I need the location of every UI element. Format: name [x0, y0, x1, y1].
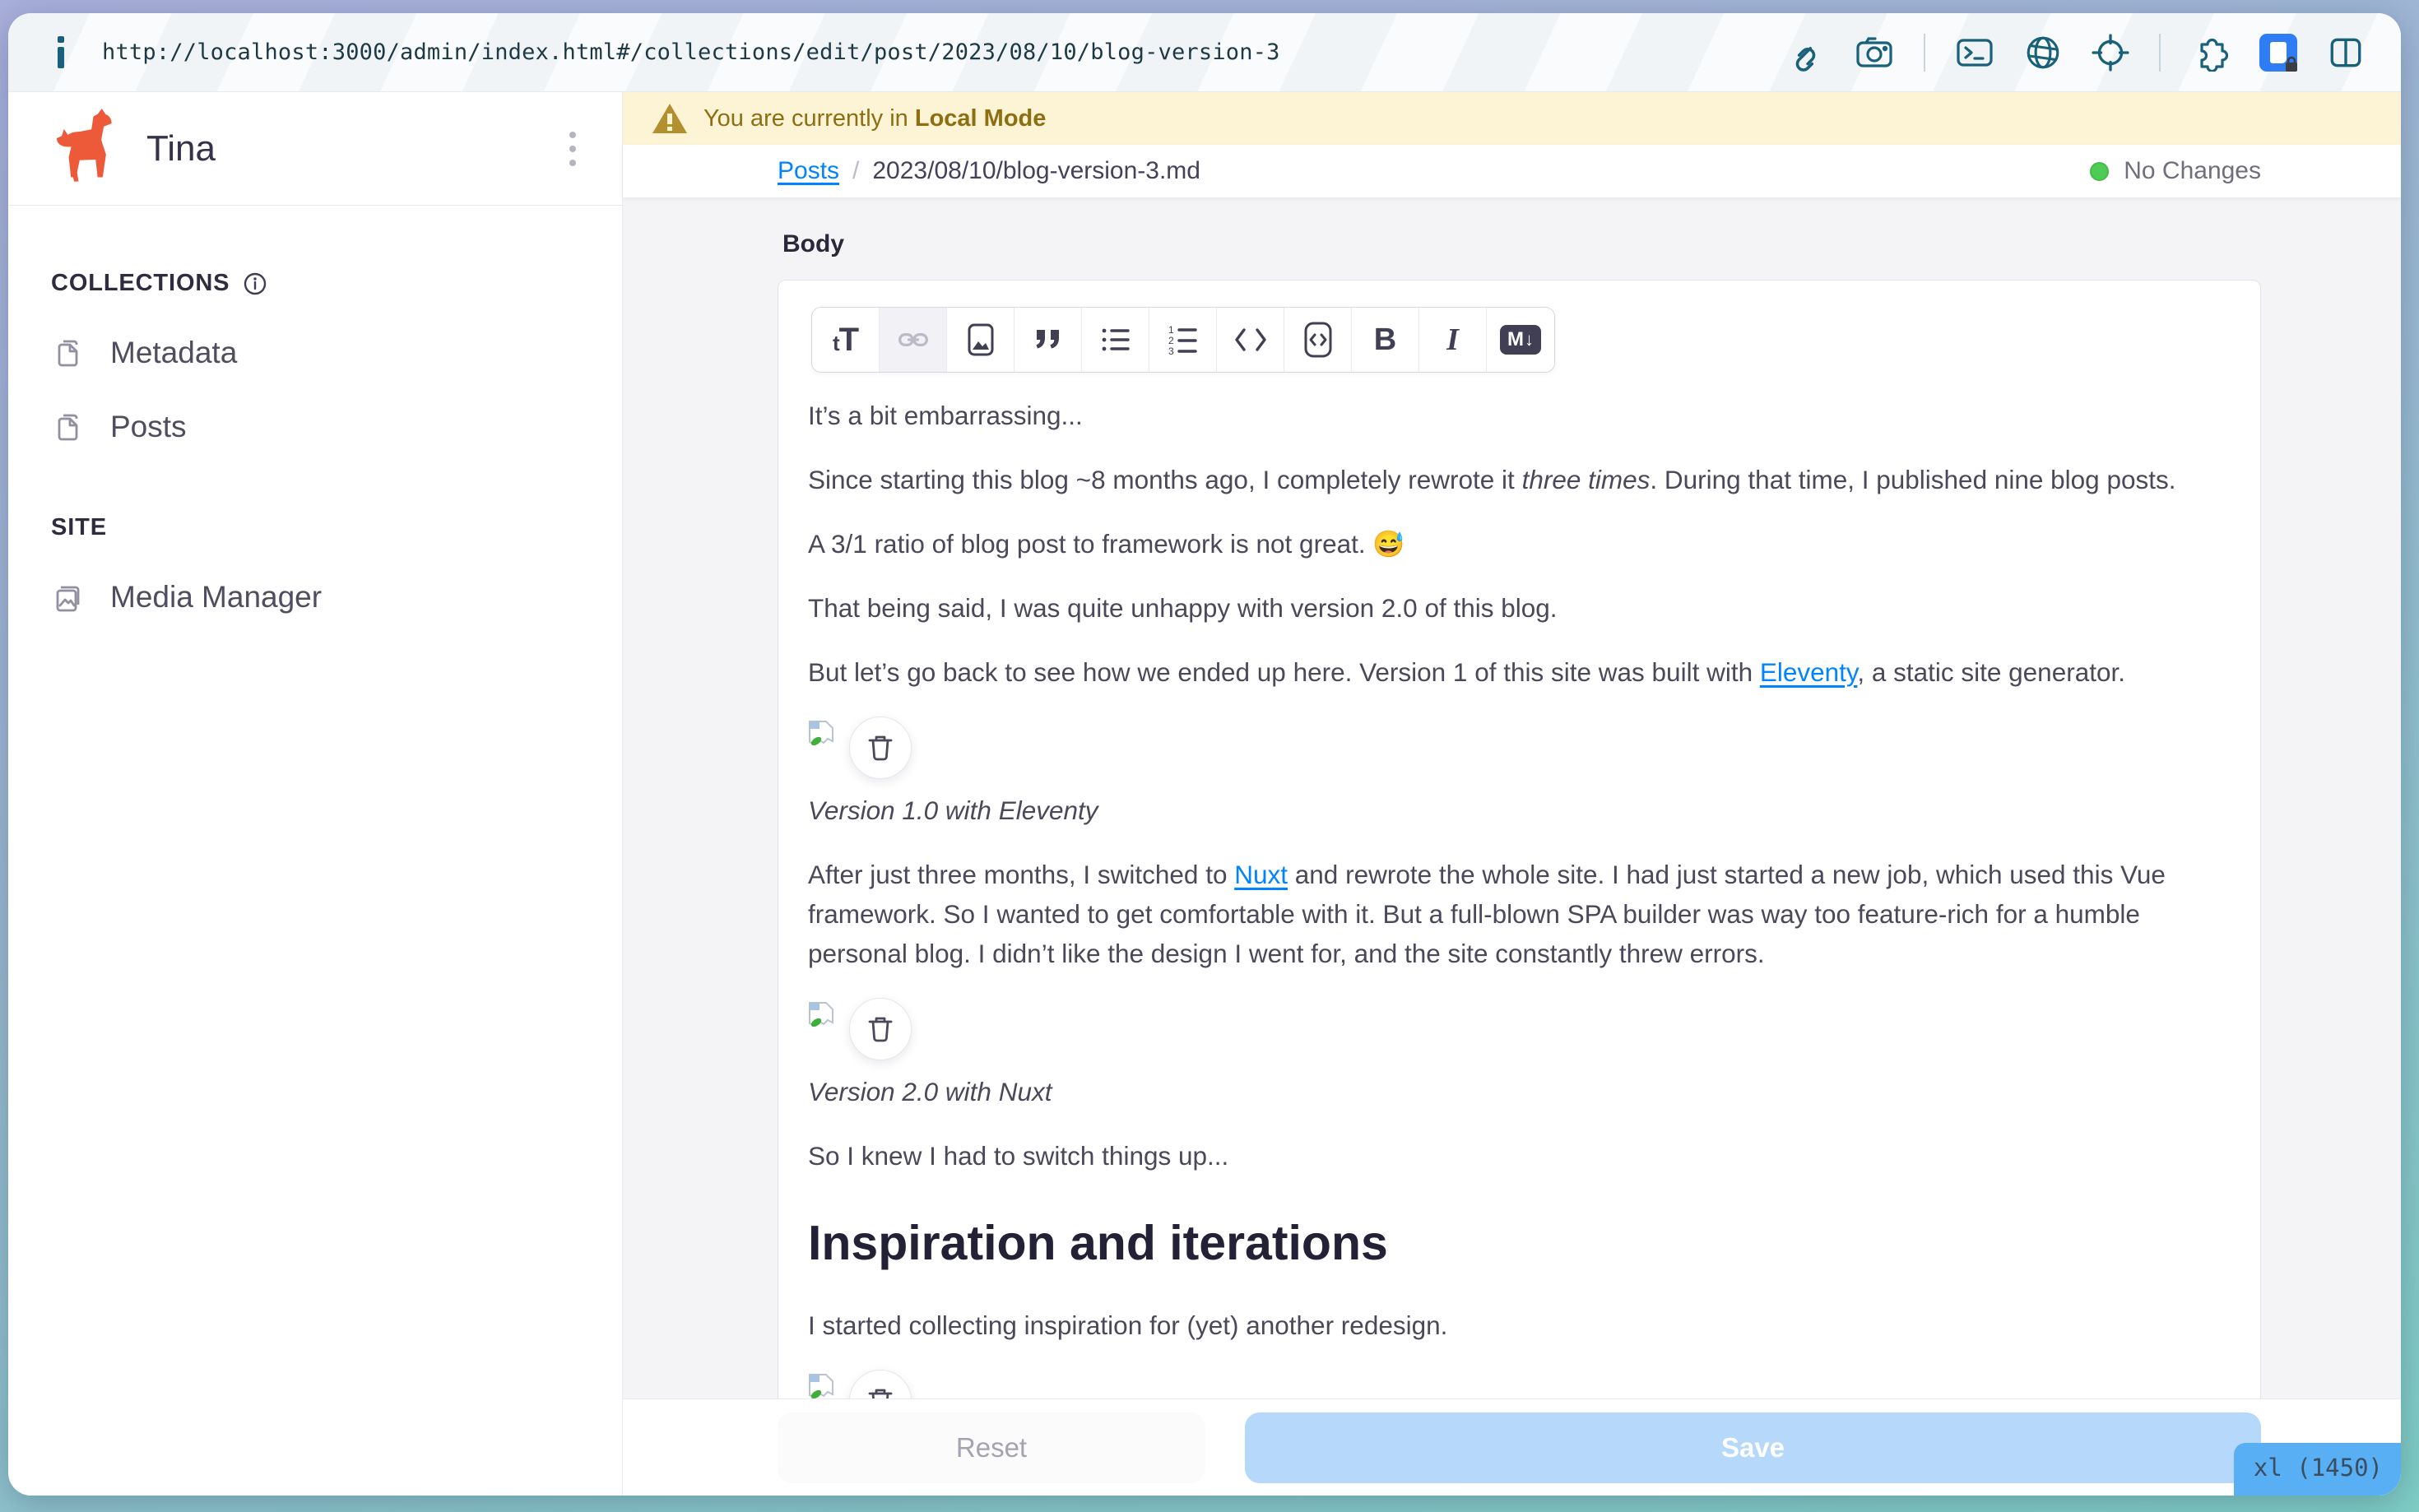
- code-button[interactable]: [1217, 308, 1284, 372]
- breadcrumb: Posts / 2023/08/10/blog-version-3.md No …: [623, 145, 2401, 197]
- image-caption: Version 2.0 with Nuxt: [808, 1072, 2229, 1111]
- nuxt-link[interactable]: Nuxt: [1234, 860, 1288, 889]
- svg-text:2: 2: [1168, 335, 1174, 346]
- quote-button[interactable]: [1014, 308, 1082, 372]
- breadcrumb-current-file: 2023/08/10/blog-version-3.md: [872, 157, 1200, 185]
- eleventy-link[interactable]: Eleventy: [1760, 657, 1857, 687]
- markdown-button[interactable]: M↓: [1487, 308, 1554, 372]
- warning-icon: [652, 104, 687, 133]
- trash-icon: [866, 732, 895, 763]
- toolbar-divider: [2159, 34, 2161, 72]
- breadcrumb-separator: /: [852, 157, 859, 185]
- sidebar-item-metadata[interactable]: Metadata: [51, 335, 584, 371]
- quote-icon: [1032, 325, 1065, 355]
- rich-text-content[interactable]: It’s a bit embarrassing... Since startin…: [808, 396, 2231, 1432]
- body-field-label: Body: [782, 230, 2261, 258]
- status-label: No Changes: [2124, 157, 2261, 185]
- terminal-icon[interactable]: [1955, 34, 1994, 72]
- reset-button[interactable]: Reset: [778, 1412, 1205, 1483]
- paragraph: So I knew I had to switch things up...: [808, 1136, 2229, 1176]
- globe-icon[interactable]: [2024, 34, 2062, 72]
- document-icon: [51, 409, 87, 445]
- camera-icon[interactable]: [1855, 34, 1894, 72]
- markdown-icon: M↓: [1500, 325, 1541, 355]
- image-block: [808, 717, 2229, 779]
- local-mode-banner: You are currently in Local Mode: [623, 92, 2401, 145]
- delete-image-button[interactable]: [849, 998, 912, 1060]
- image-icon: [964, 322, 997, 358]
- extensions-icon[interactable]: [2190, 34, 2230, 72]
- bulleted-list-button[interactable]: [1082, 308, 1149, 372]
- form-area: Body tT: [623, 197, 2401, 1496]
- document-icon: [51, 335, 87, 371]
- image-block: [808, 998, 2229, 1060]
- paragraph: I started collecting inspiration for (ye…: [808, 1306, 2229, 1345]
- toolbar-divider: [1924, 34, 1925, 72]
- page-info-icon[interactable]: [44, 36, 77, 68]
- paragraph: Since starting this blog ~8 months ago, …: [808, 460, 2229, 499]
- code-block-button[interactable]: [1284, 308, 1352, 372]
- paragraph: A 3/1 ratio of blog post to framework is…: [808, 524, 2229, 564]
- ordered-list-button[interactable]: 1 2 3: [1149, 308, 1217, 372]
- viewport-size-badge: xl (1450): [2234, 1443, 2401, 1496]
- browser-window: http://localhost:3000/admin/index.html#/…: [8, 13, 2401, 1496]
- url-text[interactable]: http://localhost:3000/admin/index.html#/…: [102, 39, 1280, 65]
- sidebar-item-posts[interactable]: Posts: [51, 409, 584, 445]
- ordered-list-icon: 1 2 3: [1166, 323, 1200, 356]
- paragraph: After just three months, I switched to N…: [808, 855, 2229, 973]
- sidebar-header: Tina: [8, 92, 622, 206]
- status-badge: No Changes: [2090, 157, 2261, 185]
- svg-text:3: 3: [1168, 346, 1174, 356]
- sidebar: Tina COLLECTIONS Meta: [8, 92, 623, 1496]
- sidebar-nav: COLLECTIONS Metadata: [8, 206, 622, 615]
- code-block-icon: [1302, 321, 1335, 359]
- sidebar-item-media-manager[interactable]: Media Manager: [51, 579, 584, 615]
- collections-header: COLLECTIONS: [51, 270, 584, 297]
- paragraph: That being said, I was quite unhappy wit…: [808, 588, 2229, 628]
- banner-text: You are currently in: [703, 105, 915, 132]
- link-icon: [897, 323, 930, 356]
- form-footer: Reset Save: [623, 1398, 2401, 1496]
- link-button[interactable]: [880, 308, 947, 372]
- banner-mode: Local Mode: [915, 105, 1047, 132]
- content-heading: Inspiration and iterations: [808, 1213, 2229, 1273]
- sidebar-item-label: Media Manager: [110, 580, 322, 615]
- privacy-lock-icon[interactable]: [2259, 34, 2297, 72]
- sidebar-item-label: Posts: [110, 410, 187, 444]
- sidebar-item-label: Metadata: [110, 336, 237, 370]
- target-icon[interactable]: [2092, 34, 2129, 72]
- paragraph: But let’s go back to see how we ended up…: [808, 652, 2229, 692]
- italic-button[interactable]: I: [1419, 308, 1487, 372]
- svg-text:1: 1: [1168, 324, 1174, 336]
- delete-image-button[interactable]: [849, 717, 912, 779]
- link-icon[interactable]: [1787, 34, 1825, 72]
- brand-title: Tina: [146, 128, 216, 169]
- browser-actions: [1787, 34, 2365, 72]
- paragraph: It’s a bit embarrassing...: [808, 396, 2229, 435]
- main-panel: You are currently in Local Mode Posts / …: [623, 92, 2401, 1496]
- broken-image-icon: [808, 720, 834, 762]
- image-caption: Version 1.0 with Eleventy: [808, 791, 2229, 830]
- heading-button[interactable]: tT: [812, 308, 880, 372]
- editor-toolbar: tT: [811, 307, 1555, 373]
- tina-llama-logo: [51, 109, 122, 188]
- media-icon: [51, 579, 87, 615]
- broken-image-icon: [808, 1001, 834, 1043]
- site-header: SITE: [51, 514, 584, 541]
- split-view-icon[interactable]: [2327, 34, 2365, 72]
- status-green-dot-icon: [2090, 162, 2109, 181]
- bold-button[interactable]: B: [1352, 308, 1419, 372]
- image-button[interactable]: [947, 308, 1014, 372]
- save-button[interactable]: Save: [1245, 1412, 2261, 1483]
- info-circle-icon[interactable]: [243, 271, 267, 296]
- sidebar-menu-kebab-icon[interactable]: [561, 123, 584, 174]
- breadcrumb-posts-link[interactable]: Posts: [778, 157, 839, 185]
- rich-text-editor: tT: [778, 280, 2261, 1496]
- bulleted-list-icon: [1098, 324, 1133, 355]
- code-icon: [1233, 327, 1268, 353]
- trash-icon: [866, 1013, 895, 1045]
- url-bar: http://localhost:3000/admin/index.html#/…: [8, 13, 2401, 92]
